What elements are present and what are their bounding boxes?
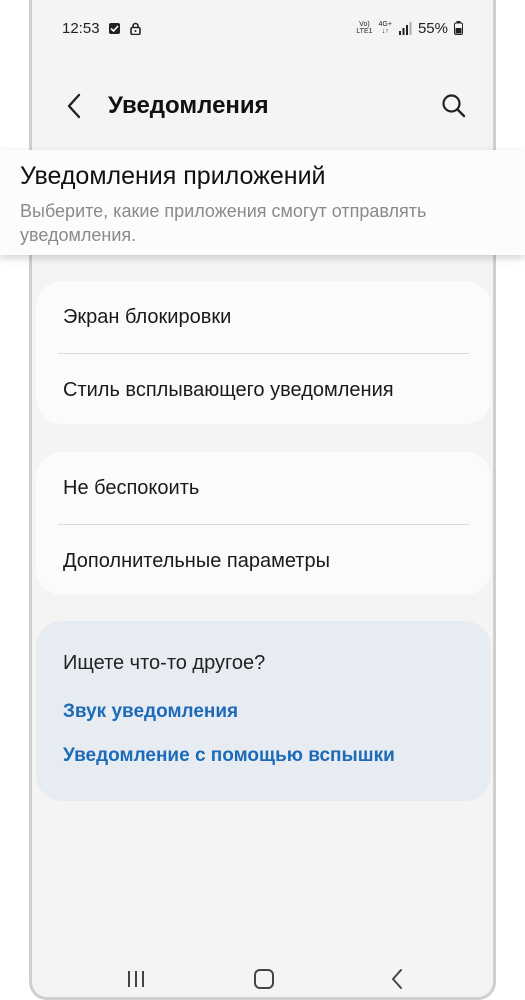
settings-group-dnd: Не беспокоить Дополнительные параметры (36, 452, 491, 595)
status-bar: 12:53 Vo) LTE1 4G+ ↓↑ 55% (32, 14, 493, 42)
flash-notification-link[interactable]: Уведомление с помощью вспышки (63, 745, 491, 767)
lock-icon (129, 22, 141, 35)
battery-percent: 55% (417, 19, 448, 37)
app-notifications-subtitle: Выберите, какие приложения смогут отправ… (20, 201, 427, 245)
chevron-left-icon (67, 93, 81, 119)
advanced-settings-item[interactable]: Дополнительные параметры (36, 525, 491, 597)
app-bar: Уведомления (32, 78, 493, 134)
search-icon (442, 94, 466, 118)
nav-back-button[interactable] (383, 964, 411, 994)
lock-screen-item[interactable]: Экран блокировки (36, 281, 491, 353)
status-time: 12:53 (62, 19, 100, 37)
app-notifications-title: Уведомления приложений (20, 162, 326, 190)
do-not-disturb-item[interactable]: Не беспокоить (36, 452, 491, 524)
settings-group-lockscreen: Экран блокировки Стиль всплывающего увед… (36, 281, 491, 424)
suggestions-card: Ищете что-то другое? Звук уведомления Ув… (36, 621, 491, 801)
search-button[interactable] (439, 91, 469, 121)
battery-icon (454, 21, 463, 35)
notification-sound-link[interactable]: Звук уведомления (63, 701, 491, 723)
page-title: Уведомления (108, 92, 269, 119)
home-icon (254, 969, 274, 989)
back-button[interactable] (60, 88, 88, 124)
suggestions-title: Ищете что-то другое? (63, 652, 266, 674)
recents-icon (128, 971, 144, 987)
popup-style-item[interactable]: Стиль всплывающего уведомления (36, 354, 491, 426)
nav-back-icon (392, 969, 402, 989)
navigation-bar (32, 958, 493, 997)
volte-label: Vo) (359, 21, 370, 28)
network-type-label: 4G+ (378, 21, 392, 28)
recents-button[interactable] (122, 964, 150, 994)
volte-indicator: Vo) LTE1 (356, 21, 372, 35)
data-arrows-icon: ↓↑ (381, 28, 389, 35)
app-notifications-item[interactable]: Уведомления приложений Выберите, какие п… (0, 150, 525, 255)
home-button[interactable] (250, 964, 278, 994)
signal-icon (398, 21, 412, 35)
lte-label: LTE1 (356, 28, 373, 35)
network-indicator: 4G+ ↓↑ (379, 21, 392, 35)
message-icon (108, 22, 120, 34)
